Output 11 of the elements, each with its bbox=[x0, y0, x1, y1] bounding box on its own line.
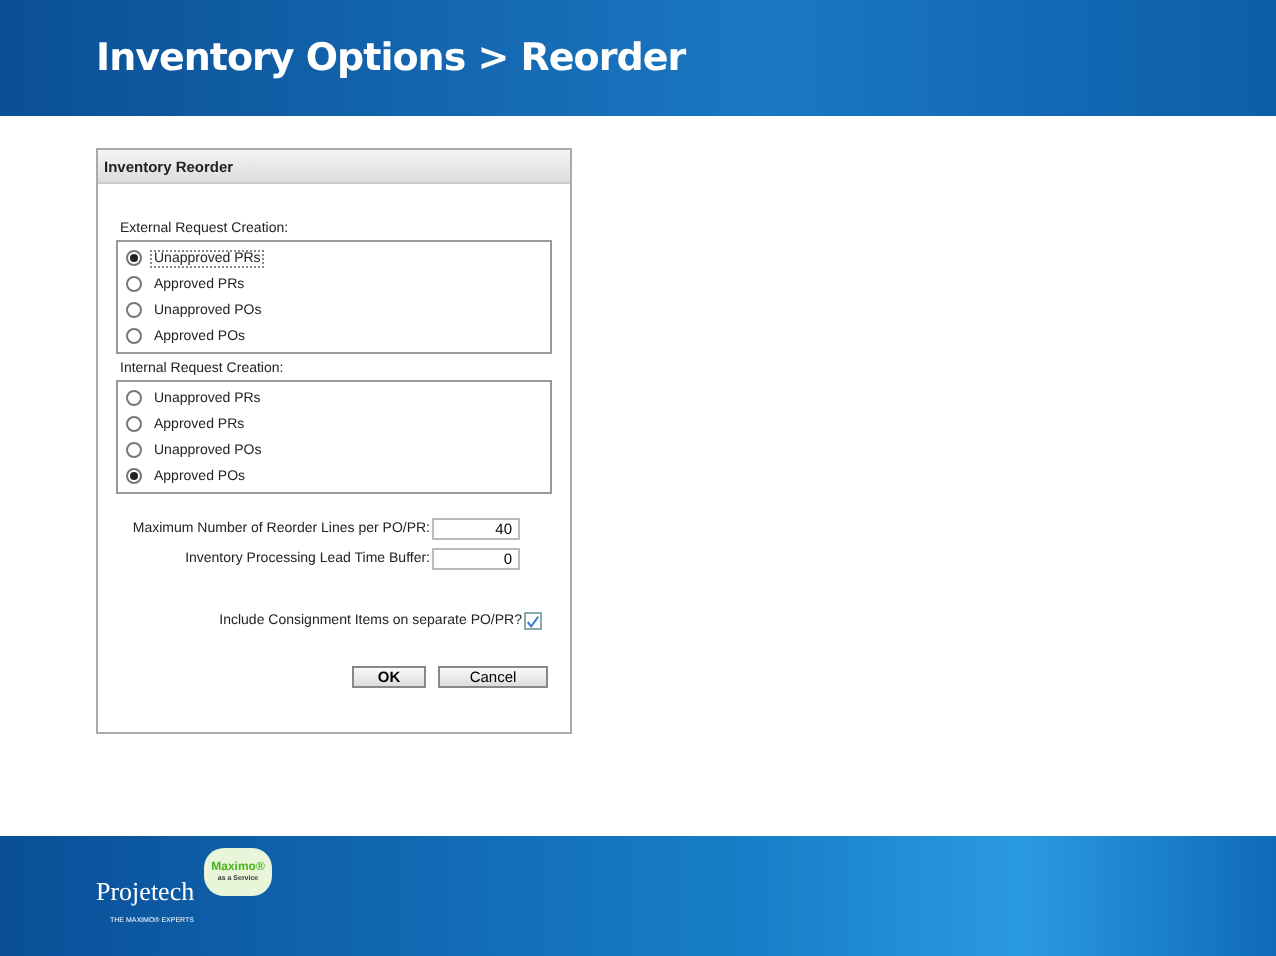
radio-button[interactable] bbox=[126, 390, 142, 406]
radio-button[interactable] bbox=[126, 468, 142, 484]
company-logo: Projetech bbox=[96, 876, 195, 908]
radio-button[interactable] bbox=[126, 442, 142, 458]
radio-button[interactable] bbox=[126, 416, 142, 432]
checkbox[interactable] bbox=[524, 612, 542, 630]
radio-button[interactable] bbox=[126, 302, 142, 318]
radio-button[interactable] bbox=[126, 250, 142, 266]
slide-title: Inventory Options > Reorder bbox=[96, 36, 686, 80]
radio-button[interactable] bbox=[126, 276, 142, 292]
radio-button[interactable] bbox=[126, 328, 142, 344]
